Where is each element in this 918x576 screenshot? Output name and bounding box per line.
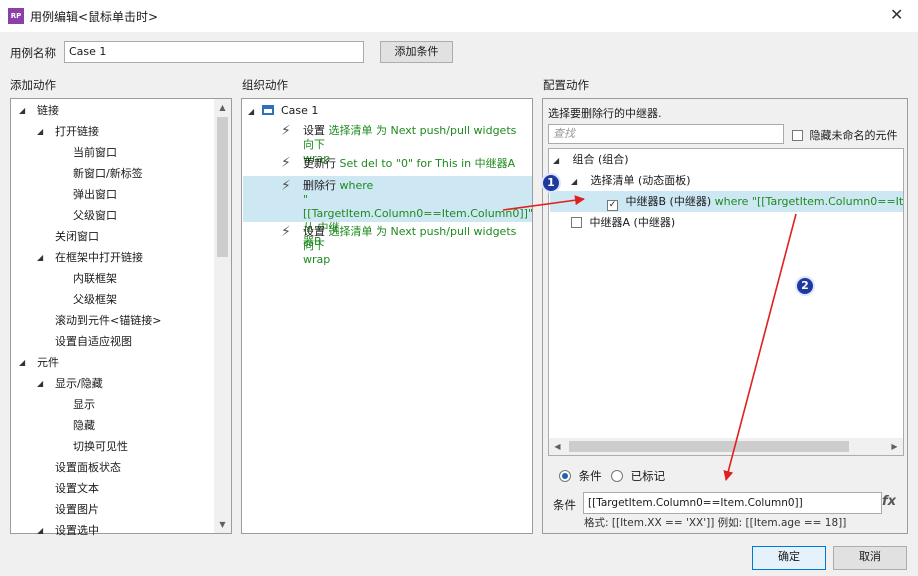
marker-two: 2 [795, 276, 815, 296]
arrow-to-repeater-b [502, 195, 585, 211]
arrow-to-condition [723, 213, 797, 481]
marker-one: 1 [541, 173, 561, 193]
annotation-arrows [502, 195, 797, 481]
